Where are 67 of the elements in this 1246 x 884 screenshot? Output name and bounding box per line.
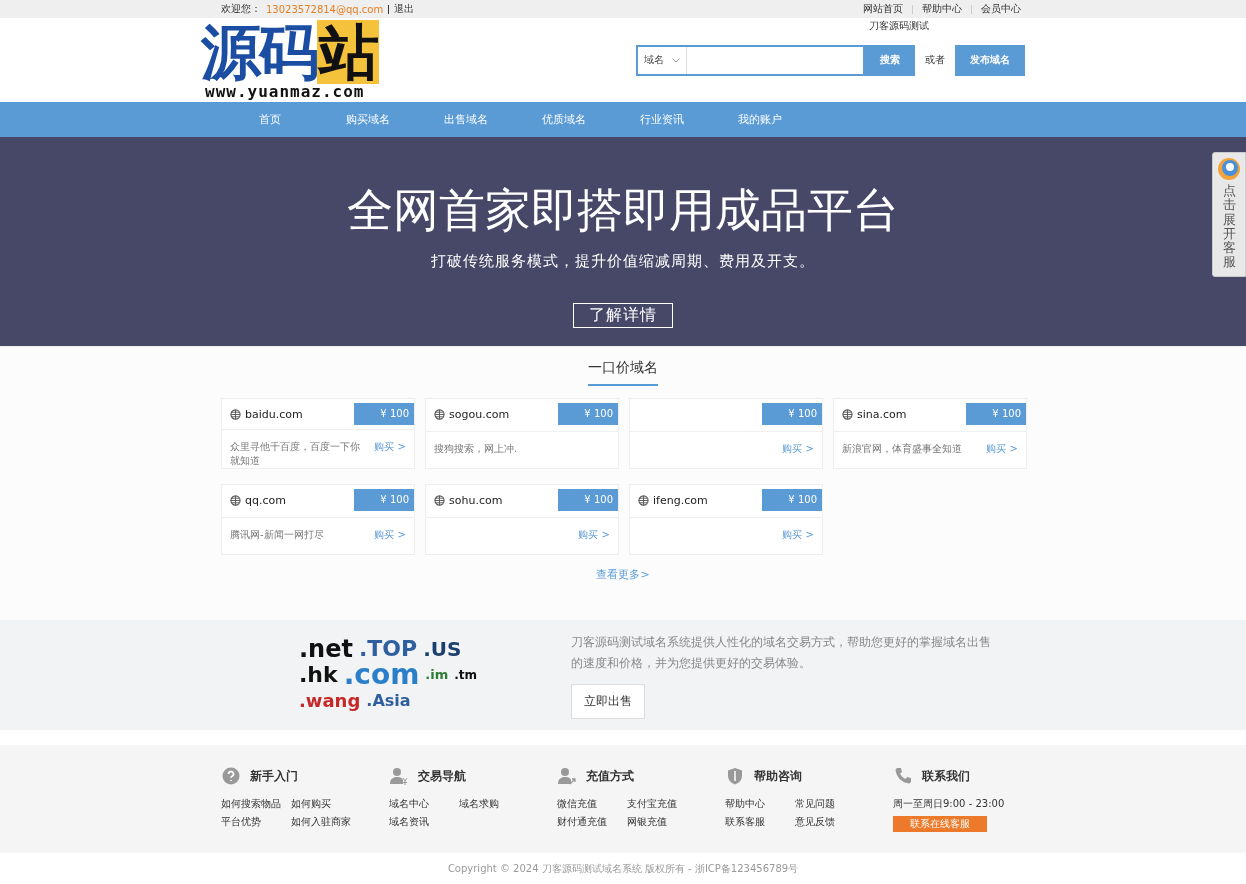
domain-name: sina.com: [834, 399, 907, 421]
globe-icon: [638, 495, 649, 506]
footer-link[interactable]: 平台优势: [221, 815, 291, 829]
customer-service-tab[interactable]: 点击展开客服: [1212, 152, 1246, 277]
footer-link[interactable]: 网银充值: [627, 815, 697, 829]
price-tag: ¥ 100: [558, 403, 618, 425]
domain-description: 腾讯网-新闻一网打尽: [230, 528, 324, 542]
service-hours: 周一至周日9:00 - 23:00: [893, 797, 1006, 811]
price-tag: ¥ 100: [762, 403, 822, 425]
section-title: 一口价域名: [588, 359, 658, 386]
footer-heading: 联系我们: [922, 767, 970, 785]
footer-heading: 新手入门: [250, 767, 298, 785]
domain-name: sogou.com: [426, 399, 510, 421]
footer-link[interactable]: 联系客服: [725, 815, 795, 829]
sell-now-button[interactable]: 立即出售: [571, 683, 645, 719]
footer-link[interactable]: 支付宝充值: [627, 797, 697, 811]
top-link[interactable]: 网站首页: [859, 2, 907, 16]
welcome-text: 欢迎您：: [221, 2, 261, 16]
logo-title: 源码站: [201, 20, 379, 84]
shield-icon: [726, 767, 744, 785]
chat-bubble-icon: [1217, 157, 1241, 181]
footer-link[interactable]: 如何入驻商家: [291, 815, 361, 829]
hero-subtitle: 打破传统服务模式，提升价值缩减周期、费用及开支。: [431, 252, 815, 271]
footer-link[interactable]: 域名求购: [459, 797, 529, 811]
price-tag: ¥ 100: [966, 403, 1026, 425]
phone-icon: [894, 767, 912, 785]
domain-name: sohu.com: [426, 485, 503, 507]
footer-link[interactable]: 如何购买: [291, 797, 361, 811]
footer-heading: 交易导航: [418, 767, 466, 785]
logout-link[interactable]: 退出: [394, 2, 415, 16]
price-tag: ¥ 100: [762, 489, 822, 511]
footer-link[interactable]: 常见问题: [795, 797, 865, 811]
globe-icon: [842, 409, 853, 420]
hero-title: 全网首家即搭即用成品平台: [347, 182, 899, 238]
footer-link[interactable]: 意见反馈: [795, 815, 865, 829]
footer-heading: 充值方式: [586, 767, 634, 785]
learn-more-button[interactable]: 了解详情: [573, 303, 673, 328]
footer-link[interactable]: 域名中心: [389, 797, 459, 811]
domain-name: ifeng.com: [630, 485, 708, 507]
footer-link[interactable]: 如何搜索物品: [221, 797, 291, 811]
domain-description: 新浪官网，体育盛事全知道: [842, 442, 962, 456]
globe-icon: [434, 495, 445, 506]
domain-name: qq.com: [222, 485, 286, 507]
footer-link[interactable]: 域名资讯: [389, 815, 459, 829]
domain-description: 搜狗搜索，网上冲.: [434, 442, 518, 456]
domain-name: baidu.com: [222, 399, 303, 421]
top-link[interactable]: 帮助中心: [918, 2, 966, 16]
footer-link[interactable]: 微信充值: [557, 797, 627, 811]
price-tag: ¥ 100: [354, 403, 414, 425]
question-icon: [222, 767, 240, 785]
footer-link[interactable]: 帮助中心: [725, 797, 795, 811]
promo-text: 刀客源码测试域名系统提供人性化的域名交易方式，帮助您更好的掌握域名出售的速度和价格，并为您提供更好的交易体验。: [571, 633, 991, 672]
top-link[interactable]: 会员中心: [977, 2, 1025, 16]
globe-icon: [230, 495, 241, 506]
site-name: 刀客源码测试: [868, 19, 930, 31]
footer-heading: 帮助咨询: [754, 767, 802, 785]
price-tag: ¥ 100: [354, 489, 414, 511]
person-icon: [558, 767, 576, 785]
domain-description: 众里寻他千百度，百度一下你就知道: [230, 440, 361, 468]
or-text: 或者: [925, 53, 945, 67]
globe-icon: [230, 409, 241, 420]
price-tag: ¥ 100: [558, 489, 618, 511]
globe-icon: [434, 409, 445, 420]
person-icon: [390, 767, 408, 785]
footer-link[interactable]: 财付通充值: [557, 815, 627, 829]
logo-url: www.yuanmaz.com: [205, 84, 366, 100]
domain-extensions-drawing: .net .TOP .US .hk .com .im .tm .wang .Asia: [299, 636, 479, 713]
